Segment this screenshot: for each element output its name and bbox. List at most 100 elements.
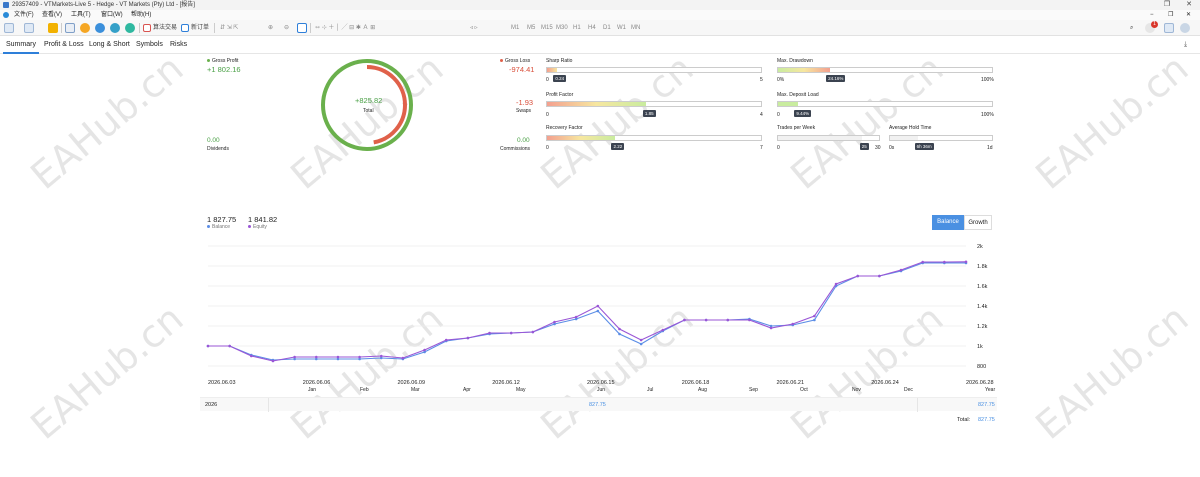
data-point-balance[interactable] <box>596 309 600 313</box>
data-point-equity[interactable] <box>206 344 210 348</box>
tab-summary[interactable]: Summary <box>3 37 39 54</box>
tab-risks[interactable]: Risks <box>167 37 190 54</box>
tab-long-short[interactable]: Long & Short <box>86 37 133 54</box>
data-point-equity[interactable] <box>531 330 535 334</box>
chart-type-icon[interactable] <box>4 23 14 33</box>
watermark: EAHub.cn <box>22 296 192 448</box>
menu-tools[interactable]: 工具(T) <box>71 10 91 20</box>
data-point-balance[interactable] <box>813 318 816 322</box>
market-icon[interactable] <box>110 23 120 33</box>
menu-window[interactable]: 窗口(W) <box>101 10 123 20</box>
signals-icon[interactable] <box>95 23 105 33</box>
data-point-equity[interactable] <box>834 282 838 286</box>
data-point-equity[interactable] <box>358 355 361 359</box>
data-point-balance[interactable] <box>639 342 643 346</box>
data-point-equity[interactable] <box>683 318 686 322</box>
search-icon[interactable]: ⌕ <box>1130 23 1133 33</box>
data-point-equity[interactable] <box>444 338 448 342</box>
menu-view[interactable]: 查看(V) <box>42 10 62 20</box>
data-point-equity[interactable] <box>596 304 600 308</box>
data-point-equity[interactable] <box>899 268 903 272</box>
data-point-equity[interactable] <box>336 355 340 359</box>
june-value-cell[interactable]: 827.75 <box>589 398 606 412</box>
algo-trading-button[interactable]: 算法交易 <box>153 23 177 33</box>
zoom-in-icon[interactable]: ⊕ <box>268 23 273 33</box>
average-hold-time-min: 0s <box>889 145 895 151</box>
tab-symbols[interactable]: Symbols <box>133 37 166 54</box>
new-order-button[interactable]: 新订单 <box>191 23 209 33</box>
data-point-equity[interactable] <box>704 318 708 322</box>
menu-file[interactable]: 文件(F) <box>14 10 34 20</box>
timeframe-w1[interactable]: W1 <box>617 23 626 33</box>
equity-legend-label: Equity <box>253 224 267 230</box>
timeframe-d1[interactable]: D1 <box>603 23 611 33</box>
data-point-equity[interactable] <box>769 326 773 330</box>
tab-profit-loss[interactable]: Profit & Loss <box>41 37 87 54</box>
data-point-equity[interactable] <box>943 260 946 264</box>
data-point-equity[interactable] <box>661 328 665 332</box>
timeframe-m30[interactable]: M30 <box>556 23 568 33</box>
data-point-equity[interactable] <box>250 354 253 358</box>
data-point-equity[interactable] <box>553 320 556 324</box>
timeframe-m5[interactable]: M5 <box>527 23 535 33</box>
restore-child-button[interactable]: ❐ <box>1168 10 1173 20</box>
chat-icon[interactable] <box>1164 23 1174 33</box>
restore-window-button[interactable]: ❐ <box>1160 0 1174 10</box>
timeframe-m1[interactable]: M1 <box>511 23 519 33</box>
close-window-button[interactable]: ✕ <box>1182 0 1196 10</box>
recovery-factor-max: 7 <box>760 145 763 151</box>
navigation-icon[interactable]: ◃ ▹ <box>470 23 478 33</box>
minimize-child-button[interactable]: − <box>1150 10 1154 20</box>
terminal-logo-icon <box>3 12 9 18</box>
chart-tools-icon[interactable]: ⇵ ⇲ ⇱ <box>220 23 238 33</box>
data-point-balance[interactable] <box>618 332 621 336</box>
profile-icon[interactable] <box>1180 23 1190 33</box>
data-point-equity[interactable] <box>271 359 275 363</box>
lock-icon[interactable] <box>80 23 90 33</box>
profit-factor-min: 0 <box>546 112 549 118</box>
data-point-equity[interactable] <box>293 355 296 359</box>
strategy-tester-icon[interactable] <box>48 23 58 33</box>
data-point-equity[interactable] <box>964 260 968 264</box>
new-order-icon[interactable] <box>181 24 189 32</box>
data-window-icon[interactable] <box>65 23 75 33</box>
data-point-equity[interactable] <box>401 356 405 360</box>
x-tick-label: 2026.06.15 <box>587 380 615 386</box>
export-icon[interactable]: ⤓ <box>1181 37 1190 54</box>
average-hold-time-max: 1d <box>987 145 993 151</box>
data-point-equity[interactable] <box>423 348 426 352</box>
template-icon[interactable] <box>24 23 34 33</box>
data-point-equity[interactable] <box>639 338 643 342</box>
data-point-equity[interactable] <box>488 331 491 335</box>
timeframe-m15[interactable]: M15 <box>541 23 553 33</box>
timeframe-mn[interactable]: MN <box>631 23 640 33</box>
data-point-equity[interactable] <box>726 318 730 322</box>
data-point-equity[interactable] <box>791 322 795 326</box>
month-may: May <box>516 387 526 393</box>
data-point-equity[interactable] <box>856 274 860 278</box>
drawing-tools-icon[interactable]: ⇿ ⊹ ＋ │ ╱ ⊟ ✱ Ａ ⊞ <box>315 23 375 33</box>
data-point-equity[interactable] <box>466 336 470 340</box>
close-child-button[interactable]: ✕ <box>1186 10 1191 20</box>
growth-toggle-button[interactable]: Growth <box>964 215 992 230</box>
data-point-equity[interactable] <box>921 260 924 264</box>
data-point-equity[interactable] <box>813 314 816 318</box>
data-point-equity[interactable] <box>618 327 621 331</box>
data-point-equity[interactable] <box>509 331 513 335</box>
data-point-equity[interactable] <box>314 355 318 359</box>
profit-factor-badge: 1.85 <box>642 110 656 117</box>
vps-icon[interactable] <box>125 23 135 33</box>
timeframe-h4[interactable]: H4 <box>588 23 596 33</box>
data-point-equity[interactable] <box>878 274 881 278</box>
timeframe-h1[interactable]: H1 <box>573 23 581 33</box>
zoom-out-icon[interactable]: ⊖ <box>284 23 289 33</box>
data-point-equity[interactable] <box>748 318 751 322</box>
x-tick-label: 2026.06.12 <box>492 380 520 386</box>
algo-trading-icon[interactable] <box>143 24 151 32</box>
menu-help[interactable]: 帮助(H) <box>131 10 151 20</box>
data-point-equity[interactable] <box>379 354 383 358</box>
data-point-equity[interactable] <box>574 315 578 319</box>
data-point-equity[interactable] <box>228 344 231 348</box>
balance-toggle-button[interactable]: Balance <box>932 215 964 230</box>
grid-icon[interactable] <box>297 23 307 33</box>
